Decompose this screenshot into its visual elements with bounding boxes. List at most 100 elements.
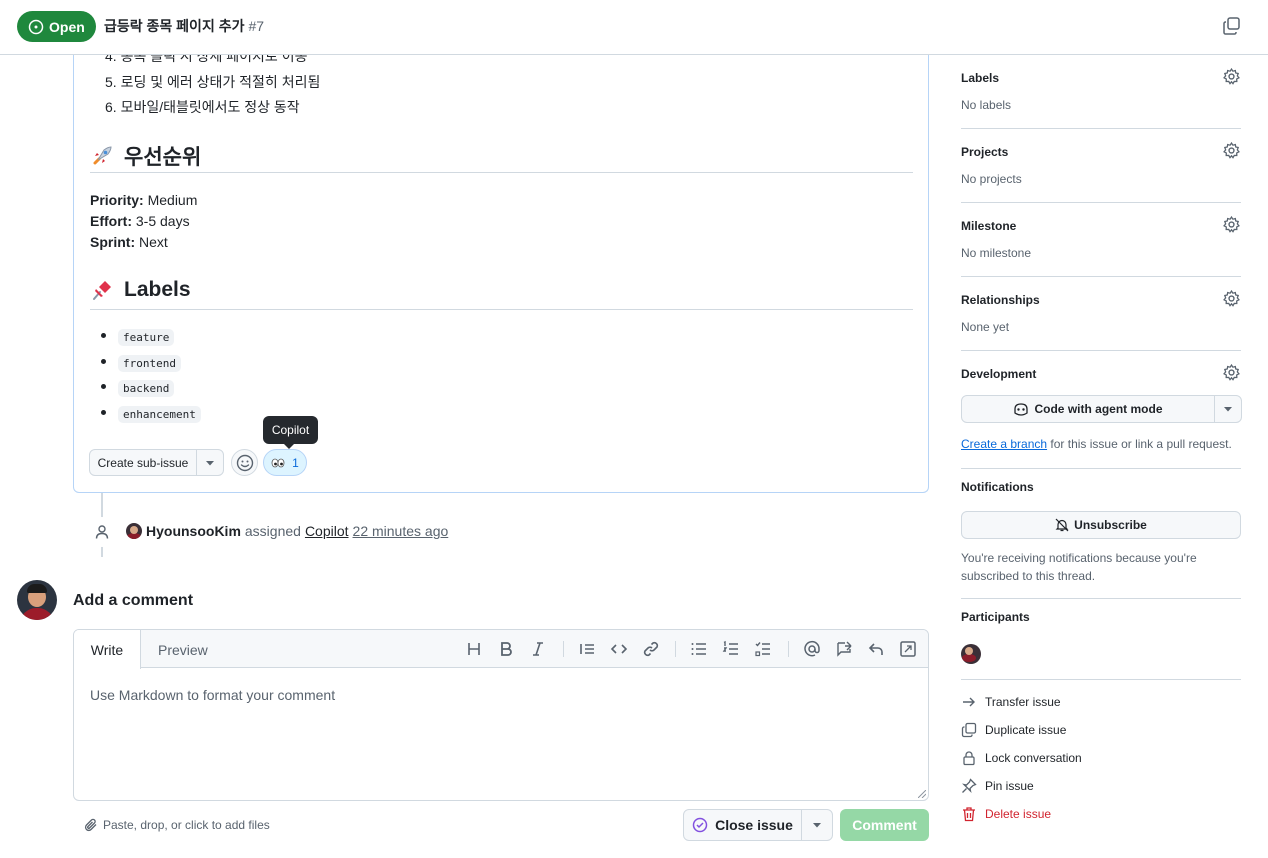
pushpin-icon: [93, 281, 111, 300]
resize-grip-icon[interactable]: [918, 790, 926, 798]
link-icon[interactable]: [642, 640, 660, 658]
reaction-count: 1: [292, 455, 299, 470]
tab-write[interactable]: Write: [74, 630, 141, 669]
task-list-icon[interactable]: [754, 640, 772, 658]
sidebar-labels-title[interactable]: Labels: [961, 71, 999, 85]
cross-reference-icon[interactable]: [835, 640, 853, 658]
create-sub-issue-button[interactable]: Create sub-issue: [89, 449, 197, 476]
sprint-key: Sprint:: [90, 234, 136, 250]
copy-icon: [1223, 17, 1240, 35]
code-with-agent-button[interactable]: Code with agent mode: [961, 395, 1215, 423]
avatar[interactable]: [961, 644, 981, 664]
effort-value: 3-5 days: [135, 213, 190, 229]
sidebar-milestone-title[interactable]: Milestone: [961, 219, 1016, 233]
gear-icon[interactable]: [1223, 216, 1240, 233]
issue-body-card: 4. 종목 클릭 시 상세 페이지로 이동 5. 로딩 및 에러 상태가 적절히…: [73, 40, 929, 493]
lock-conversation-action[interactable]: Lock conversation: [961, 750, 1082, 766]
divider: [961, 468, 1241, 469]
bullet: [101, 410, 106, 415]
priority-line: Priority: Medium: [90, 192, 197, 208]
list-item: 5. 로딩 및 에러 상태가 적절히 처리됨: [105, 74, 321, 90]
priority-key: Priority:: [90, 192, 144, 208]
label-code: frontend: [118, 355, 181, 372]
issue-opened-icon: [28, 19, 44, 34]
effort-line: Effort: 3-5 days: [90, 213, 190, 229]
mention-icon[interactable]: [803, 640, 821, 658]
sidebar-relationships-title[interactable]: Relationships: [961, 293, 1040, 307]
lock-icon: [963, 751, 975, 766]
avatar[interactable]: [17, 580, 57, 620]
unsubscribe-label: Unsubscribe: [1074, 518, 1147, 532]
pin-issue-action[interactable]: Pin issue: [961, 778, 1034, 794]
unordered-list-icon[interactable]: [690, 640, 708, 658]
toolbar-divider: [563, 641, 564, 657]
effort-key: Effort:: [90, 213, 132, 229]
close-issue-label: Close issue: [715, 817, 793, 833]
sidebar-relationships-value: None yet: [961, 320, 1010, 334]
avatar[interactable]: [126, 523, 142, 539]
sprint-line: Sprint: Next: [90, 234, 168, 250]
list-item: 6. 모바일/태블릿에서도 정상 동작: [105, 99, 300, 115]
issue-title-text: 급등락 종목 페이지 추가: [104, 18, 245, 34]
heading-priority: 우선순위: [90, 141, 201, 171]
divider: [961, 128, 1241, 129]
gear-icon[interactable]: [1223, 290, 1240, 307]
unsubscribe-button[interactable]: Unsubscribe: [961, 511, 1241, 539]
sidebar-projects-value: No projects: [961, 172, 1022, 186]
issue-number: #7: [248, 18, 265, 34]
tab-preview[interactable]: Preview: [158, 642, 208, 658]
fullscreen-icon[interactable]: [899, 640, 917, 658]
sidebar-development-title[interactable]: Development: [961, 367, 1036, 381]
copy-link-button[interactable]: [1222, 16, 1244, 38]
attach-files-hint[interactable]: Paste, drop, or click to add files: [84, 818, 270, 832]
code-icon[interactable]: [610, 640, 628, 658]
gear-icon[interactable]: [1223, 142, 1240, 159]
create-branch-text: Create a branch for this issue or link a…: [961, 437, 1232, 451]
comment-submit-button[interactable]: Comment: [840, 809, 929, 841]
sub-issue-dropdown-button[interactable]: [196, 449, 224, 476]
participant-avatar[interactable]: [961, 644, 981, 664]
heading-icon[interactable]: [465, 640, 483, 658]
ordered-list-icon[interactable]: [722, 640, 740, 658]
toolbar-divider: [675, 641, 676, 657]
gear-icon[interactable]: [1223, 364, 1240, 381]
close-issue-button[interactable]: Close issue: [683, 809, 802, 841]
create-branch-link[interactable]: Create a branch: [961, 437, 1047, 451]
transfer-issue-label: Transfer issue: [985, 695, 1061, 709]
sidebar-notifications-title: Notifications: [961, 480, 1034, 494]
add-reaction-button[interactable]: [231, 449, 258, 476]
assignee-link[interactable]: Copilot: [305, 523, 349, 539]
italic-icon[interactable]: [529, 640, 547, 658]
label-code: enhancement: [118, 406, 201, 423]
sticky-header: Open 급등락 종목 페이지 추가 #7: [0, 0, 1268, 55]
sprint-value: Next: [139, 234, 168, 250]
divider: [961, 679, 1241, 680]
copilot-tooltip: Copilot: [263, 416, 318, 444]
timeline-action: assigned: [244, 523, 301, 539]
status-label: Open: [49, 18, 85, 35]
quote-icon[interactable]: [578, 640, 596, 658]
agent-dropdown-button[interactable]: [1214, 395, 1242, 423]
duplicate-issue-action[interactable]: Duplicate issue: [961, 722, 1066, 738]
eyes-reaction-button[interactable]: 1: [263, 449, 307, 476]
close-issue-dropdown-button[interactable]: [801, 809, 833, 841]
sidebar-milestone-value: No milestone: [961, 246, 1032, 260]
timestamp-link[interactable]: 22 minutes ago: [353, 523, 449, 539]
heading-priority-text: 우선순위: [124, 146, 202, 169]
transfer-issue-action[interactable]: Transfer issue: [961, 694, 1061, 710]
divider: [90, 172, 913, 173]
reply-icon[interactable]: [867, 640, 885, 658]
heading-labels: Labels: [90, 278, 191, 302]
comment-textarea[interactable]: Use Markdown to format your comment: [90, 687, 335, 703]
priority-value: Medium: [147, 192, 198, 208]
status-badge-open: Open: [17, 11, 96, 42]
sidebar-participants-title: Participants: [961, 610, 1030, 624]
gear-icon[interactable]: [1223, 68, 1240, 85]
delete-issue-action[interactable]: Delete issue: [961, 806, 1051, 822]
bold-icon[interactable]: [497, 640, 515, 658]
duplicate-icon: [961, 722, 977, 738]
sidebar-labels-value: No labels: [961, 98, 1012, 112]
bell-slash-icon: [1055, 518, 1069, 532]
timeline-user-link[interactable]: HyounsooKim: [146, 523, 241, 539]
sidebar-projects-title[interactable]: Projects: [961, 145, 1008, 159]
